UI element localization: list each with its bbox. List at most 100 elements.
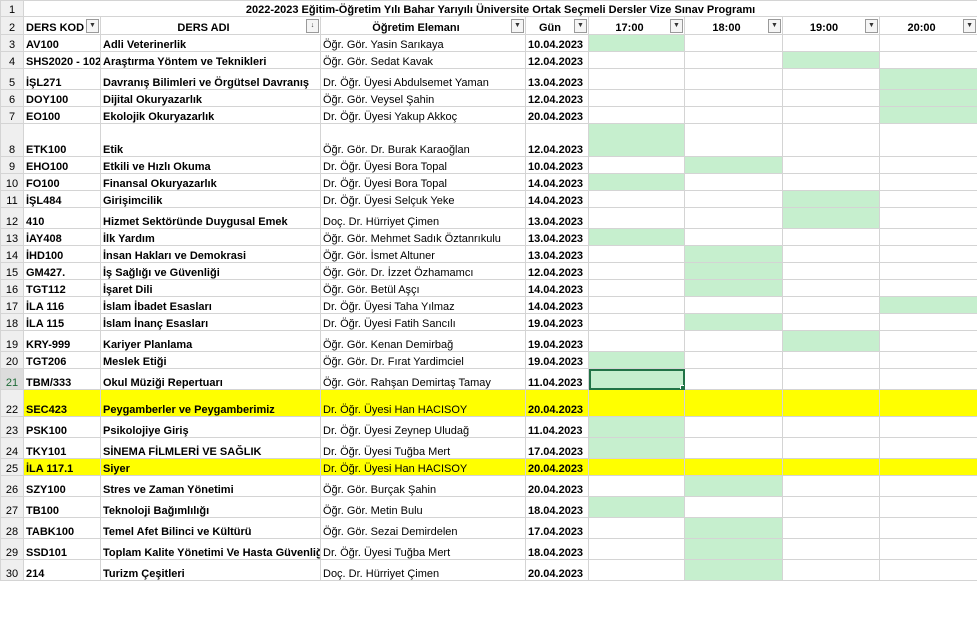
header-1900[interactable]: 19:00 ▼ (782, 16, 880, 35)
row-header[interactable]: 24 (0, 437, 24, 459)
slot-cell-1900[interactable] (782, 313, 880, 331)
row-header[interactable]: 28 (0, 517, 24, 539)
course-name-cell[interactable]: SİNEMA FİLMLERİ VE SAĞLIK (100, 437, 321, 459)
slot-cell-1800[interactable] (684, 389, 783, 417)
row-header[interactable]: 23 (0, 416, 24, 438)
teacher-cell[interactable]: Dr. Öğr. Üyesi Han HACISOY (320, 389, 526, 417)
course-code-cell[interactable]: SSD101 (23, 538, 101, 560)
course-code-cell[interactable]: KRY-999 (23, 330, 101, 352)
course-code-cell[interactable]: EHO100 (23, 156, 101, 174)
teacher-cell[interactable]: Dr. Öğr. Üyesi Tuğba Mert (320, 538, 526, 560)
course-name-cell[interactable]: İnsan Hakları ve Demokrasi (100, 245, 321, 263)
slot-cell-1700[interactable] (588, 123, 685, 157)
slot-cell-1800[interactable] (684, 368, 783, 390)
filter-dropdown-icon[interactable]: ▼ (963, 19, 977, 33)
filter-dropdown-icon[interactable]: ▼ (511, 19, 524, 33)
course-code-cell[interactable]: TGT206 (23, 351, 101, 369)
teacher-cell[interactable]: Öğr. Gör. Burçak Şahin (320, 475, 526, 497)
slot-cell-2000[interactable] (878, 68, 977, 90)
teacher-cell[interactable]: Öğr. Gör. Veysel Şahin (320, 89, 526, 107)
slot-cell-1800[interactable] (684, 475, 783, 497)
slot-cell-2000[interactable] (878, 416, 977, 438)
row-header[interactable]: 21 (0, 368, 24, 390)
teacher-cell[interactable]: Dr. Öğr. Üyesi Tuğba Mert (320, 437, 526, 459)
course-code-cell[interactable]: TKY101 (23, 437, 101, 459)
slot-cell-1700[interactable] (588, 262, 685, 280)
slot-cell-2000[interactable] (878, 262, 977, 280)
slot-cell-1700[interactable] (588, 51, 685, 69)
slot-cell-1800[interactable] (684, 517, 783, 539)
slot-cell-1700[interactable] (588, 156, 685, 174)
slot-cell-1800[interactable] (684, 173, 783, 191)
course-code-cell[interactable]: EO100 (23, 106, 101, 124)
course-code-cell[interactable]: SEC423 (23, 389, 101, 417)
slot-cell-1700[interactable] (588, 517, 685, 539)
slot-cell-1700[interactable] (588, 296, 685, 314)
exam-date-cell[interactable]: 13.04.2023 (525, 207, 589, 229)
course-name-cell[interactable]: Stres ve Zaman Yönetimi (100, 475, 321, 497)
exam-date-cell[interactable]: 14.04.2023 (525, 296, 589, 314)
slot-cell-2000[interactable] (878, 245, 977, 263)
slot-cell-1800[interactable] (684, 34, 783, 52)
course-name-cell[interactable]: Hizmet Sektöründe Duygusal Emek (100, 207, 321, 229)
slot-cell-1700[interactable] (588, 68, 685, 90)
course-code-cell[interactable]: SZY100 (23, 475, 101, 497)
teacher-cell[interactable]: Dr. Öğr. Üyesi Taha Yılmaz (320, 296, 526, 314)
teacher-cell[interactable]: Öğr. Gör. Rahşan Demirtaş Tamay (320, 368, 526, 390)
course-code-cell[interactable]: TBM/333 (23, 368, 101, 390)
slot-cell-1900[interactable] (782, 173, 880, 191)
slot-cell-2000[interactable] (878, 330, 977, 352)
slot-cell-1800[interactable] (684, 156, 783, 174)
slot-cell-2000[interactable] (878, 475, 977, 497)
slot-cell-2000[interactable] (878, 34, 977, 52)
row-header[interactable]: 22 (0, 389, 24, 417)
teacher-cell[interactable]: Doç. Dr. Hürriyet Çimen (320, 559, 526, 581)
row-header[interactable]: 7 (0, 106, 24, 124)
teacher-cell[interactable]: Öğr. Gör. Dr. İzzet Özhamamcı (320, 262, 526, 280)
slot-cell-1800[interactable] (684, 458, 783, 476)
course-name-cell[interactable]: Psikolojiye Giriş (100, 416, 321, 438)
slot-cell-1900[interactable] (782, 389, 880, 417)
slot-cell-1700[interactable] (588, 173, 685, 191)
exam-date-cell[interactable]: 14.04.2023 (525, 173, 589, 191)
slot-cell-1800[interactable] (684, 89, 783, 107)
course-name-cell[interactable]: Etkili ve Hızlı Okuma (100, 156, 321, 174)
exam-date-cell[interactable]: 19.04.2023 (525, 313, 589, 331)
row-header[interactable]: 18 (0, 313, 24, 331)
filter-dropdown-icon[interactable]: ▼ (865, 19, 878, 33)
slot-cell-1800[interactable] (684, 313, 783, 331)
slot-cell-1800[interactable] (684, 416, 783, 438)
slot-cell-1900[interactable] (782, 156, 880, 174)
course-name-cell[interactable]: İşaret Dili (100, 279, 321, 297)
filter-dropdown-icon[interactable]: ▼ (574, 19, 587, 33)
slot-cell-1800[interactable] (684, 68, 783, 90)
exam-date-cell[interactable]: 10.04.2023 (525, 34, 589, 52)
exam-date-cell[interactable]: 18.04.2023 (525, 538, 589, 560)
slot-cell-2000[interactable] (878, 538, 977, 560)
teacher-cell[interactable]: Öğr. Gör. Kenan Demirbağ (320, 330, 526, 352)
slot-cell-1800[interactable] (684, 262, 783, 280)
slot-cell-1700[interactable] (588, 351, 685, 369)
slot-cell-1900[interactable] (782, 330, 880, 352)
slot-cell-1800[interactable] (684, 190, 783, 208)
exam-date-cell[interactable]: 18.04.2023 (525, 496, 589, 518)
slot-cell-1800[interactable] (684, 245, 783, 263)
course-name-cell[interactable]: Finansal Okuryazarlık (100, 173, 321, 191)
slot-cell-2000[interactable] (878, 351, 977, 369)
course-code-cell[interactable]: İAY408 (23, 228, 101, 246)
slot-cell-1700[interactable] (588, 475, 685, 497)
teacher-cell[interactable]: Dr. Öğr. Üyesi Yakup Akkoç (320, 106, 526, 124)
exam-date-cell[interactable]: 13.04.2023 (525, 245, 589, 263)
row-header[interactable]: 16 (0, 279, 24, 297)
teacher-cell[interactable]: Öğr. Gör. Sedat Kavak (320, 51, 526, 69)
slot-cell-1800[interactable] (684, 106, 783, 124)
slot-cell-1700[interactable] (588, 437, 685, 459)
row-header[interactable]: 30 (0, 559, 24, 581)
course-name-cell[interactable]: İlk Yardım (100, 228, 321, 246)
slot-cell-1800[interactable] (684, 207, 783, 229)
slot-cell-1700[interactable] (588, 416, 685, 438)
slot-cell-1800[interactable] (684, 538, 783, 560)
slot-cell-1800[interactable] (684, 437, 783, 459)
course-code-cell[interactable]: GM427. (23, 262, 101, 280)
slot-cell-1900[interactable] (782, 228, 880, 246)
